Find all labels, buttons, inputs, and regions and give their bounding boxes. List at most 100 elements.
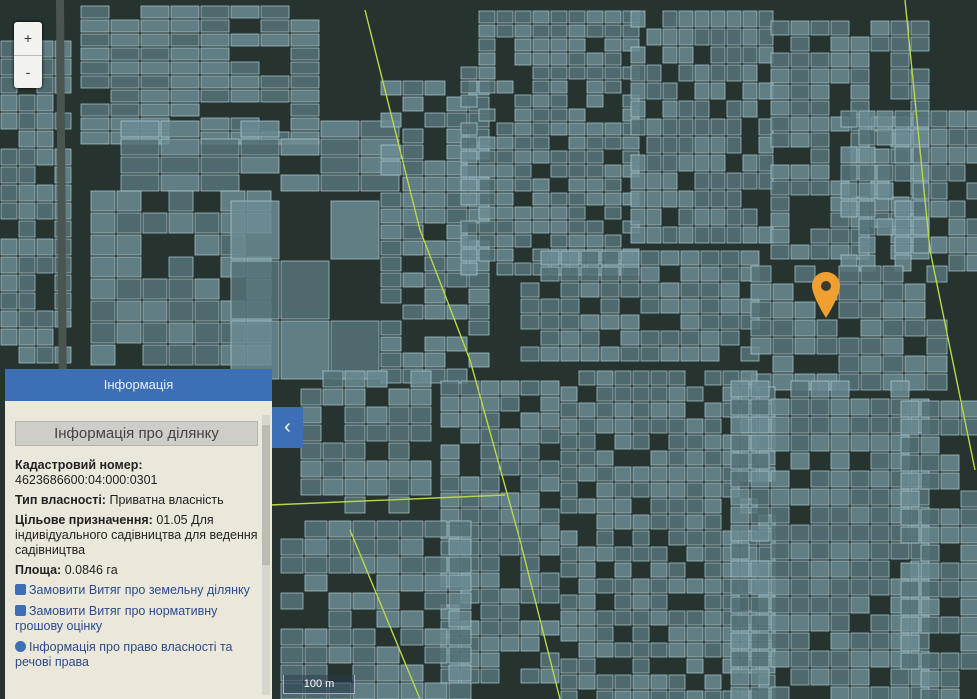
land-parcel[interactable] <box>550 38 568 52</box>
land-parcel[interactable] <box>568 164 586 178</box>
land-parcel[interactable] <box>730 488 750 506</box>
land-parcel[interactable] <box>750 380 770 398</box>
land-parcel[interactable] <box>960 580 977 598</box>
land-parcel[interactable] <box>710 118 726 136</box>
land-parcel[interactable] <box>380 160 402 176</box>
land-parcel[interactable] <box>912 110 930 128</box>
land-parcel[interactable] <box>36 346 54 364</box>
land-parcel[interactable] <box>352 628 376 646</box>
land-parcel[interactable] <box>620 266 640 282</box>
land-parcel[interactable] <box>0 274 18 292</box>
land-parcel[interactable] <box>960 634 977 652</box>
land-parcel[interactable] <box>142 278 168 300</box>
land-parcel[interactable] <box>514 150 532 164</box>
land-parcel[interactable] <box>668 578 686 594</box>
land-parcel[interactable] <box>686 386 704 402</box>
land-parcel[interactable] <box>586 10 604 24</box>
land-parcel[interactable] <box>560 250 580 266</box>
land-parcel[interactable] <box>330 200 380 260</box>
land-parcel[interactable] <box>790 68 810 84</box>
land-parcel[interactable] <box>650 418 668 434</box>
land-parcel[interactable] <box>894 128 912 146</box>
land-parcel[interactable] <box>770 84 790 100</box>
land-parcel[interactable] <box>742 172 758 190</box>
land-parcel[interactable] <box>322 442 344 460</box>
land-parcel[interactable] <box>540 572 560 588</box>
land-parcel[interactable] <box>890 542 910 560</box>
land-parcel[interactable] <box>940 418 960 436</box>
land-parcel[interactable] <box>730 506 750 524</box>
land-parcel[interactable] <box>830 380 850 398</box>
land-parcel[interactable] <box>742 226 758 244</box>
land-parcel[interactable] <box>770 578 790 596</box>
land-parcel[interactable] <box>730 470 750 488</box>
land-parcel[interactable] <box>514 178 532 192</box>
land-parcel[interactable] <box>578 498 596 514</box>
land-parcel[interactable] <box>480 524 500 540</box>
land-parcel[interactable] <box>168 300 194 322</box>
land-parcel[interactable] <box>170 61 200 75</box>
land-parcel[interactable] <box>596 530 614 546</box>
land-parcel[interactable] <box>770 434 790 452</box>
land-parcel[interactable] <box>380 272 402 288</box>
land-parcel[interactable] <box>496 262 514 276</box>
land-parcel[interactable] <box>650 402 668 418</box>
land-parcel[interactable] <box>194 212 220 234</box>
land-parcel[interactable] <box>870 542 890 560</box>
land-parcel[interactable] <box>402 144 424 160</box>
land-parcel[interactable] <box>586 178 604 192</box>
land-parcel[interactable] <box>290 75 320 89</box>
land-parcel[interactable] <box>352 664 376 682</box>
land-parcel[interactable] <box>704 610 722 626</box>
land-parcel[interactable] <box>966 146 977 164</box>
land-parcel[interactable] <box>170 5 200 19</box>
land-parcel[interactable] <box>694 64 710 82</box>
land-parcel[interactable] <box>680 298 700 314</box>
land-parcel[interactable] <box>900 418 920 436</box>
land-parcel[interactable] <box>940 616 960 634</box>
land-parcel[interactable] <box>900 526 920 544</box>
land-parcel[interactable] <box>940 400 960 418</box>
land-parcel[interactable] <box>380 256 402 272</box>
land-parcel[interactable] <box>680 330 700 346</box>
land-parcel[interactable] <box>790 84 810 100</box>
land-parcel[interactable] <box>230 61 260 75</box>
land-parcel[interactable] <box>632 370 650 386</box>
land-parcel[interactable] <box>662 172 678 190</box>
land-parcel[interactable] <box>632 610 650 626</box>
land-parcel[interactable] <box>322 460 344 478</box>
land-parcel[interactable] <box>790 488 810 506</box>
land-parcel[interactable] <box>882 319 904 337</box>
land-parcel[interactable] <box>480 588 500 604</box>
land-parcel[interactable] <box>578 578 596 594</box>
land-parcel[interactable] <box>496 122 514 136</box>
land-parcel[interactable] <box>614 578 632 594</box>
land-parcel[interactable] <box>440 492 460 508</box>
land-parcel[interactable] <box>694 208 710 226</box>
land-parcel[interactable] <box>686 578 704 594</box>
land-parcel[interactable] <box>870 36 890 52</box>
land-parcel[interactable] <box>568 150 586 164</box>
land-parcel[interactable] <box>560 450 578 466</box>
ownership-rights-link[interactable]: Інформація про право власності та речові… <box>15 640 258 670</box>
land-parcel[interactable] <box>620 250 640 266</box>
land-parcel[interactable] <box>660 282 680 298</box>
land-parcel[interactable] <box>694 10 710 28</box>
land-parcel[interactable] <box>850 488 870 506</box>
land-parcel[interactable] <box>704 562 722 578</box>
land-parcel[interactable] <box>578 594 596 610</box>
land-parcel[interactable] <box>790 244 810 260</box>
land-parcel[interactable] <box>790 416 810 434</box>
land-parcel[interactable] <box>170 47 200 61</box>
land-parcel[interactable] <box>694 226 710 244</box>
land-parcel[interactable] <box>460 192 478 206</box>
land-parcel[interactable] <box>632 418 650 434</box>
land-parcel[interactable] <box>742 46 758 64</box>
land-parcel[interactable] <box>520 524 540 540</box>
land-parcel[interactable] <box>940 652 960 670</box>
land-parcel[interactable] <box>730 614 750 632</box>
land-parcel[interactable] <box>686 514 704 530</box>
land-parcel[interactable] <box>344 460 366 478</box>
land-parcel[interactable] <box>402 80 424 96</box>
land-parcel[interactable] <box>540 508 560 524</box>
